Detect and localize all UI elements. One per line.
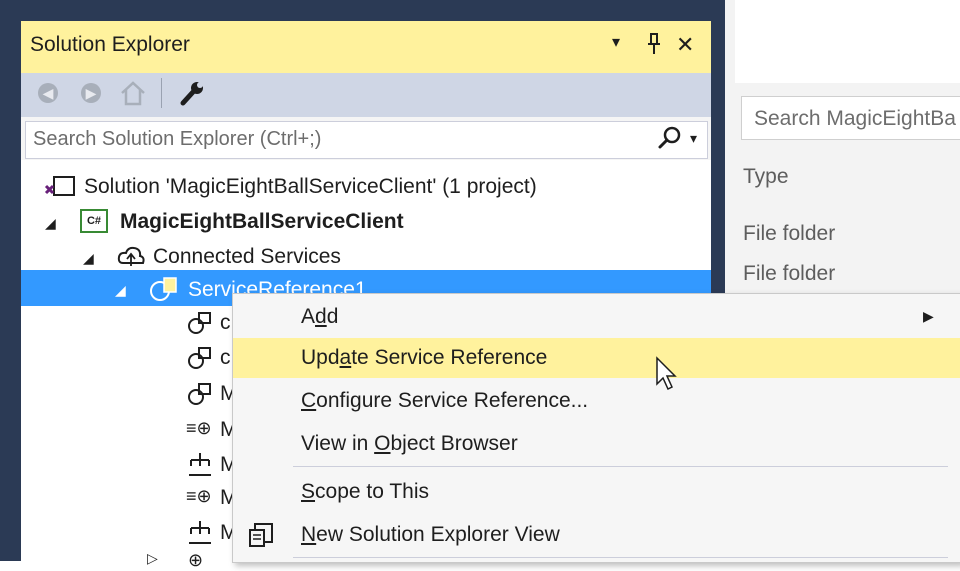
right-search-input[interactable]: Search MagicEightBa: [741, 96, 960, 140]
expand-triangle-icon[interactable]: ◢: [45, 215, 56, 232]
menu-item-scope-to-this[interactable]: Scope to This: [233, 472, 960, 512]
search-placeholder: Search Solution Explorer (Ctrl+;): [33, 128, 322, 150]
collapsed-triangle-icon[interactable]: ▷: [147, 550, 158, 567]
connected-services-cloud-icon: [116, 244, 146, 275]
menu-item-view-in-object-browser[interactable]: View in Object Browser: [233, 424, 960, 464]
pin-icon[interactable]: [644, 32, 664, 61]
properties-wrench-icon[interactable]: [177, 78, 207, 113]
file-type-cell: File folder: [743, 262, 836, 285]
expand-triangle-icon[interactable]: ◢: [115, 282, 126, 299]
file-type-cell: File folder: [743, 222, 836, 245]
schema-file-icon: [186, 518, 214, 551]
search-options-chevron-icon[interactable]: ▾: [690, 130, 697, 147]
toolbar-separator: [161, 78, 162, 108]
connected-services-node[interactable]: Connected Services: [153, 245, 341, 269]
mouse-cursor-icon: [655, 356, 681, 397]
menu-item-add[interactable]: Add ▶: [233, 297, 960, 337]
project-node[interactable]: MagicEightBallServiceClient: [120, 210, 404, 234]
search-icon[interactable]: [657, 124, 683, 157]
tree-child-label[interactable]: c: [220, 346, 231, 370]
new-explorer-view-icon: [247, 521, 275, 554]
type-column-header[interactable]: Type: [743, 165, 789, 189]
submenu-arrow-icon: ▶: [923, 308, 934, 324]
home-icon[interactable]: [118, 78, 148, 113]
context-menu: Add ▶ Update Service Reference Configure…: [232, 293, 960, 563]
panel-title: Solution Explorer: [30, 33, 190, 56]
tree-child-label[interactable]: c: [220, 311, 231, 335]
menu-separator: [293, 466, 948, 467]
back-icon[interactable]: ◀: [38, 83, 58, 103]
forward-icon[interactable]: ▶: [81, 83, 101, 103]
schema-file-icon: [186, 450, 214, 483]
service-member-icon: [186, 310, 214, 341]
menu-item-update-service-reference[interactable]: Update Service Reference: [233, 338, 960, 378]
menu-item-configure-service-reference[interactable]: Configure Service Reference...: [233, 381, 960, 421]
service-member-icon: [186, 381, 214, 412]
close-icon[interactable]: ✕: [676, 32, 694, 58]
menu-separator: [293, 557, 948, 558]
expand-triangle-icon[interactable]: ◢: [83, 250, 94, 267]
service-member-icon: [186, 345, 214, 376]
dropdown-icon[interactable]: ▾: [612, 32, 620, 52]
wsdl-file-icon: ≡⊕: [186, 418, 212, 438]
service-reference-icon: [148, 275, 180, 308]
solution-node[interactable]: Solution 'MagicEightBallServiceClient' (…: [84, 175, 537, 199]
solution-icon: [44, 174, 76, 205]
wsdl-file-icon: ≡⊕: [186, 486, 212, 506]
csharp-project-icon: C#: [80, 209, 108, 233]
menu-item-new-solution-explorer-view[interactable]: New Solution Explorer View: [233, 515, 960, 555]
